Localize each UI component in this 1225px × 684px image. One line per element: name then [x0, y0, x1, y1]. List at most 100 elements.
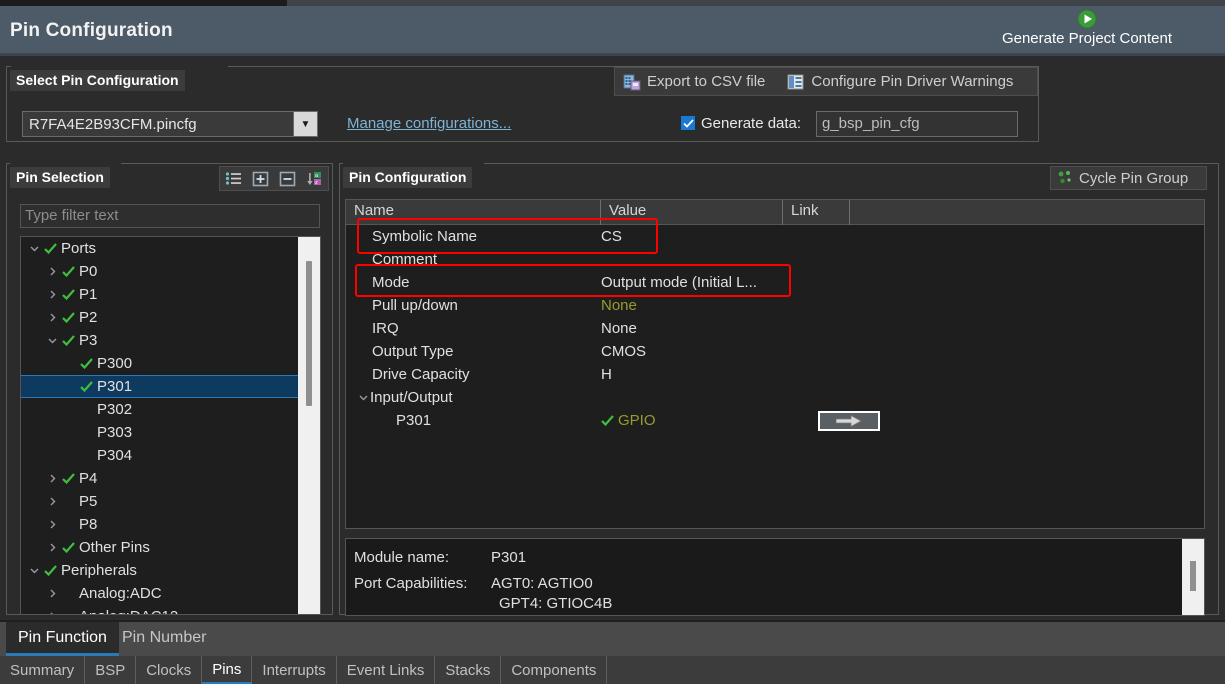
tree-twisty[interactable] [45, 306, 59, 329]
tree-item-p1[interactable]: P1 [21, 283, 298, 306]
expand-all-icon[interactable] [250, 169, 272, 189]
tree-twisty[interactable] [63, 375, 77, 398]
tree-item-p4[interactable]: P4 [21, 467, 298, 490]
tree-item-p303[interactable]: P303 [21, 421, 298, 444]
tree-item-p304[interactable]: P304 [21, 444, 298, 467]
table-row[interactable]: Drive CapacityH [346, 363, 1204, 386]
tree-check [59, 335, 77, 346]
property-value-cell[interactable]: H [601, 366, 783, 383]
editor-tab-summary[interactable]: Summary [0, 656, 85, 684]
row-twisty[interactable] [356, 393, 370, 402]
column-header-link[interactable]: Link [783, 200, 850, 225]
list-view-glyph [225, 171, 242, 186]
green-check-icon [62, 312, 75, 323]
column-header-extra[interactable] [850, 200, 1203, 225]
tree-twisty[interactable] [45, 490, 59, 513]
property-value-cell[interactable]: None [601, 320, 783, 337]
chevron-down-icon[interactable]: ▼ [293, 112, 317, 136]
generate-data-input[interactable]: g_bsp_pin_cfg [816, 111, 1018, 137]
property-value-cell[interactable]: GPIO [601, 412, 783, 429]
tree-item-p8[interactable]: P8 [21, 513, 298, 536]
tree-twisty[interactable] [63, 398, 77, 421]
tree-item-other-pins[interactable]: Other Pins [21, 536, 298, 559]
table-row[interactable]: Symbolic NameCS [346, 225, 1204, 248]
column-header-value[interactable]: Value [601, 200, 783, 225]
tree-twisty[interactable] [27, 559, 41, 582]
pin-info-scrollbar-thumb[interactable] [1190, 561, 1196, 591]
table-row[interactable]: ModeOutput mode (Initial L... [346, 271, 1204, 294]
editor-tab-bsp[interactable]: BSP [85, 656, 136, 684]
editor-tab-pins[interactable]: Pins [202, 656, 252, 684]
list-view-icon[interactable] [223, 169, 245, 189]
tree-twisty[interactable] [45, 260, 59, 283]
tree-twisty[interactable] [45, 513, 59, 536]
green-check-icon [80, 358, 93, 369]
tree-twisty[interactable] [45, 536, 59, 559]
table-row[interactable]: Input/Output [346, 386, 1204, 409]
manage-configurations-link[interactable]: Manage configurations... [347, 115, 511, 132]
table-row[interactable]: IRQ None [346, 317, 1204, 340]
pin-configuration-file-select[interactable]: R7FA4E2B93CFM.pincfg ▼ [22, 111, 318, 137]
tree-twisty[interactable] [27, 237, 41, 260]
green-check-icon [62, 542, 75, 553]
editor-tab-clocks[interactable]: Clocks [136, 656, 202, 684]
editor-tab-stacks[interactable]: Stacks [435, 656, 501, 684]
pin-tree-scrollbar[interactable] [298, 237, 321, 614]
tree-twisty[interactable] [63, 421, 77, 444]
property-value-cell[interactable]: Output mode (Initial L... [601, 274, 783, 291]
sort-icon[interactable]: a z [304, 169, 326, 189]
tree-item-peripherals[interactable]: Peripherals [21, 559, 298, 582]
property-name-label: IRQ [372, 320, 399, 337]
property-value-cell[interactable]: None [601, 297, 783, 314]
export-to-csv-button[interactable]: Export to CSV file [623, 73, 765, 91]
generate-project-content-button[interactable]: Generate Project Content [957, 9, 1217, 48]
property-name-label: Output Type [372, 343, 453, 360]
pin-info-scrollbar[interactable] [1182, 539, 1204, 615]
tree-twisty[interactable] [45, 329, 59, 352]
column-header-name[interactable]: Name [346, 200, 601, 225]
tree-item-analog-dac12[interactable]: Analog:DAC12 [21, 605, 298, 615]
tree-item-p5[interactable]: P5 [21, 490, 298, 513]
editor-tab-event-links[interactable]: Event Links [337, 656, 436, 684]
tree-item-p300[interactable]: P300 [21, 352, 298, 375]
tree-twisty[interactable] [45, 582, 59, 605]
editor-tab-interrupts[interactable]: Interrupts [252, 656, 336, 684]
property-name-cell: Input/Output [346, 389, 601, 406]
tree-twisty[interactable] [63, 352, 77, 375]
link-arrow-button[interactable] [818, 411, 880, 431]
tree-twisty[interactable] [45, 605, 59, 615]
property-value-cell[interactable]: CMOS [601, 343, 783, 360]
tree-twisty[interactable] [45, 283, 59, 306]
configure-pin-driver-warnings-button[interactable]: Configure Pin Driver Warnings [787, 73, 1013, 91]
table-row[interactable]: P301GPIO [346, 409, 1204, 432]
tree-item-ports[interactable]: Ports [21, 237, 298, 260]
tree-item-p302[interactable]: P302 [21, 398, 298, 421]
tree-check [59, 266, 77, 277]
table-row[interactable]: Comment [346, 248, 1204, 271]
tree-item-p0[interactable]: P0 [21, 260, 298, 283]
tree-twisty[interactable] [45, 467, 59, 490]
property-value-cell[interactable]: CS [601, 228, 783, 245]
pin-filter-input[interactable]: Type filter text [20, 204, 320, 228]
tree-item-p301[interactable]: P301 [21, 375, 298, 398]
editor-tab-components[interactable]: Components [501, 656, 607, 684]
pin-configuration-window: Pin Configuration Generate Project Conte… [0, 0, 1225, 684]
property-name-cell: IRQ [346, 320, 601, 337]
chevron-down-icon [359, 393, 368, 402]
pin-tree-scrollbar-thumb[interactable] [306, 261, 312, 406]
tree-item-p2[interactable]: P2 [21, 306, 298, 329]
collapse-all-icon[interactable] [277, 169, 299, 189]
tab-pin-number[interactable]: Pin Number [110, 622, 218, 654]
cycle-pin-group-button[interactable]: Cycle Pin Group [1050, 166, 1207, 190]
pin-tree[interactable]: PortsP0P1P2P3P300P301P302P303P304P4P5P8O… [20, 236, 321, 615]
tab-pin-function[interactable]: Pin Function [6, 622, 119, 656]
tree-twisty[interactable] [63, 444, 77, 467]
tree-item-p3[interactable]: P3 [21, 329, 298, 352]
table-row[interactable]: Output Type CMOS [346, 340, 1204, 363]
expand-all-glyph [252, 171, 269, 187]
port-capabilities-row: Port Capabilities: AGT0: AGTIO0 [346, 575, 1204, 592]
property-name-cell: Drive Capacity [346, 366, 601, 383]
table-row[interactable]: Pull up/downNone [346, 294, 1204, 317]
generate-data-checkbox[interactable] [681, 116, 695, 130]
tree-item-analog-adc[interactable]: Analog:ADC [21, 582, 298, 605]
